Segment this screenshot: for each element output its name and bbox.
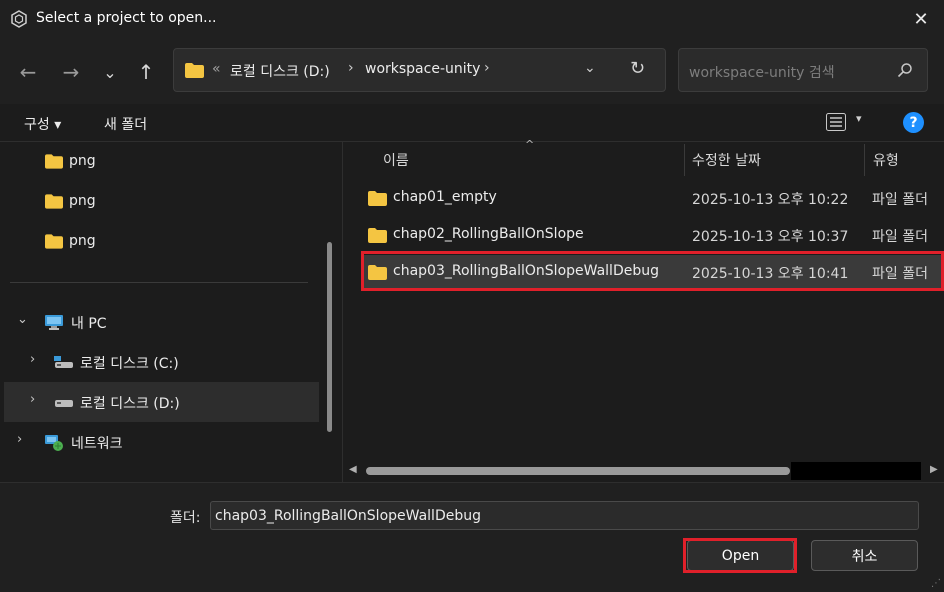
title-bar: Select a project to open... ✕	[0, 0, 944, 38]
redacted-region	[791, 462, 921, 480]
sidebar-item-label: 로컬 디스크 (D:)	[80, 396, 180, 412]
sidebar-item-label: png	[69, 193, 96, 209]
file-list-pane: ^ 이름 수정한 날짜 유형 chap01_empty 2025-10-13 오…	[345, 138, 944, 482]
new-folder-button[interactable]: 새 폴더	[104, 114, 147, 134]
command-toolbar: 구성 ▾ 새 폴더 ▾ ?	[0, 104, 944, 142]
help-icon[interactable]: ?	[903, 112, 924, 133]
forward-arrow-icon: →	[62, 60, 80, 84]
sidebar-item-drive-d[interactable]: › 로컬 디스크 (D:)	[4, 382, 319, 422]
sort-ascending-icon: ^	[525, 138, 535, 151]
folder-icon	[368, 191, 387, 206]
folder-label: 폴더:	[170, 510, 201, 526]
address-bar[interactable]: « 로컬 디스크 (D:) › workspace-unity › ⌄ ↻	[173, 48, 666, 92]
window-title: Select a project to open...	[36, 10, 217, 26]
sidebar-item-this-pc[interactable]: ⌄ 내 PC	[4, 302, 319, 342]
folder-icon	[45, 154, 63, 169]
close-icon: ✕	[913, 8, 929, 30]
file-row[interactable]: chap01_empty 2025-10-13 오후 10:22 파일 폴더	[362, 181, 942, 215]
sidebar-item-label: 로컬 디스크 (C:)	[80, 356, 179, 372]
folder-icon	[185, 63, 204, 78]
back-button[interactable]: ←	[14, 58, 42, 86]
open-highlight-box	[683, 538, 797, 573]
selection-highlight-box	[361, 251, 944, 291]
address-overflow[interactable]: «	[212, 61, 221, 77]
chevron-down-icon[interactable]: ⌄	[17, 312, 28, 327]
drive-icon	[54, 356, 73, 368]
up-button[interactable]: ↑	[132, 58, 160, 86]
sidebar-item-drive-c[interactable]: › 로컬 디스크 (C:)	[4, 342, 319, 382]
back-arrow-icon: ←	[19, 60, 37, 84]
forward-button[interactable]: →	[57, 58, 85, 86]
file-type: 파일 폴더	[872, 229, 928, 245]
scroll-right-icon[interactable]: ▶	[930, 464, 938, 475]
column-header-type[interactable]: 유형	[873, 150, 899, 170]
navigation-pane: png png png ⌄ 내 PC › 로컬 디스크 (C:) › 로컬 디스…	[0, 142, 340, 482]
sidebar-item-label: png	[69, 233, 96, 249]
chevron-down-icon: ⌄	[103, 62, 117, 82]
horizontal-scrollbar[interactable]: ◀ ▶	[345, 462, 944, 480]
folder-icon	[45, 194, 63, 209]
refresh-icon[interactable]: ↻	[630, 58, 645, 79]
address-separator[interactable]: ›	[348, 60, 354, 76]
resize-grip-icon[interactable]: ⋰	[931, 578, 941, 589]
file-name: chap02_RollingBallOnSlope	[393, 226, 584, 242]
organize-button[interactable]: 구성 ▾	[24, 114, 61, 134]
navigation-bar: ← → ⌄ ↑ « 로컬 디스크 (D:) › workspace-unity …	[0, 38, 944, 104]
network-icon	[45, 435, 63, 451]
close-button[interactable]: ✕	[898, 0, 944, 38]
search-input[interactable]: workspace-unity 검색	[678, 48, 928, 92]
pc-icon	[45, 315, 63, 330]
sidebar-item-png[interactable]: png	[4, 142, 319, 182]
chevron-right-icon[interactable]: ›	[30, 392, 35, 407]
scrollbar-thumb[interactable]	[366, 467, 790, 475]
chevron-right-icon[interactable]: ›	[30, 352, 35, 367]
file-name: chap01_empty	[393, 189, 497, 205]
address-segment-drive[interactable]: 로컬 디스크 (D:)	[230, 61, 330, 81]
view-dropdown-icon[interactable]: ▾	[856, 112, 862, 125]
sidebar-item-label: png	[69, 153, 96, 169]
file-type: 파일 폴더	[872, 192, 928, 208]
column-header-date[interactable]: 수정한 날짜	[692, 150, 761, 170]
cancel-button[interactable]: 취소	[811, 540, 918, 571]
sidebar-item-label: 네트워크	[71, 436, 123, 452]
column-separator[interactable]	[684, 144, 685, 176]
drive-icon	[55, 400, 73, 407]
up-arrow-icon: ↑	[137, 60, 155, 84]
address-segment-folder[interactable]: workspace-unity	[365, 61, 480, 77]
sidebar-item-label: 내 PC	[71, 316, 107, 332]
folder-icon	[368, 228, 387, 243]
folder-icon	[45, 234, 63, 249]
sidebar-divider	[10, 282, 308, 283]
sidebar-scrollbar[interactable]	[327, 242, 332, 432]
chevron-right-icon[interactable]: ›	[17, 432, 22, 447]
sidebar-item-network[interactable]: › 네트워크	[4, 422, 319, 462]
address-separator[interactable]: ›	[484, 60, 490, 76]
file-date: 2025-10-13 오후 10:37	[692, 229, 849, 245]
folder-name-input[interactable]	[210, 501, 919, 530]
column-separator[interactable]	[864, 144, 865, 176]
recent-locations-button[interactable]: ⌄	[96, 58, 124, 86]
file-date: 2025-10-13 오후 10:22	[692, 192, 849, 208]
file-row[interactable]: chap02_RollingBallOnSlope 2025-10-13 오후 …	[362, 218, 942, 252]
search-icon	[897, 63, 912, 78]
column-header-name[interactable]: 이름	[383, 150, 409, 170]
unity-app-icon	[11, 10, 27, 28]
view-details-icon[interactable]	[826, 113, 846, 131]
pane-divider[interactable]	[342, 142, 343, 482]
sidebar-item-png[interactable]: png	[4, 182, 319, 222]
sidebar-item-png[interactable]: png	[4, 222, 319, 262]
scroll-left-icon[interactable]: ◀	[349, 464, 357, 475]
search-placeholder: workspace-unity 검색	[689, 65, 835, 81]
dialog-footer: 폴더: Open 취소 ⋰	[0, 482, 944, 592]
address-dropdown-icon[interactable]: ⌄	[584, 60, 596, 76]
